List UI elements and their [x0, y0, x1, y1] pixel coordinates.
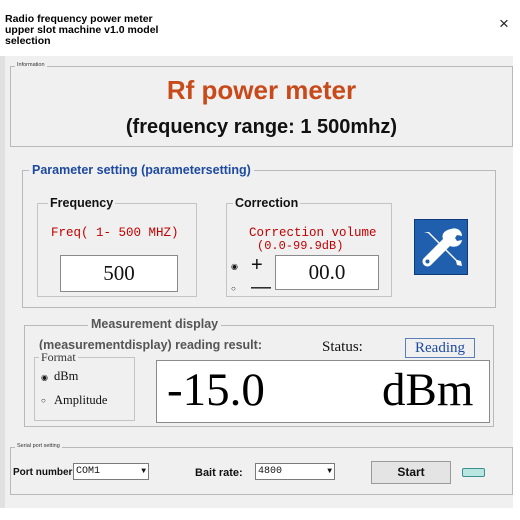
- parameter-setting-legend: Parameter setting (parametersetting): [29, 163, 254, 177]
- format-box: Format ◉ dBm ○ Amplitude: [34, 350, 135, 421]
- wrench-screwdriver-icon: [422, 228, 462, 267]
- close-button[interactable]: ×: [494, 14, 514, 34]
- amplitude-radio[interactable]: ○: [41, 396, 46, 405]
- dbm-radio[interactable]: ◉: [41, 373, 48, 382]
- baud-rate-select[interactable]: 4800 ▼: [255, 463, 335, 480]
- correction-box: Correction Correction volume (0.0-99.9dB…: [226, 196, 392, 298]
- baud-rate-label: Bait rate:: [195, 467, 243, 479]
- minus-radio[interactable]: ○: [231, 284, 236, 293]
- plus-radio[interactable]: ◉: [231, 262, 238, 271]
- chevron-down-icon: ▼: [141, 467, 146, 476]
- start-button[interactable]: Start: [371, 461, 451, 484]
- dbm-option-label[interactable]: dBm: [54, 369, 78, 384]
- information-group: Information Rf power meter (frequency ra…: [10, 62, 513, 147]
- port-number-value: COM1: [76, 466, 101, 477]
- status-value: Reading: [405, 338, 475, 358]
- reading-display: -15.0 dBm: [156, 360, 490, 423]
- parameter-setting-group: Parameter setting (parametersetting) Fre…: [22, 163, 496, 308]
- reading-unit: dBm: [382, 364, 474, 416]
- frequency-input[interactable]: 500: [60, 255, 178, 292]
- serial-port-group: Serial port setting Port number: COM1 ▼ …: [10, 443, 513, 495]
- frequency-range-label: Freq( 1- 500 MHZ): [51, 226, 179, 240]
- connection-indicator: [462, 468, 485, 477]
- port-number-select[interactable]: COM1 ▼: [73, 463, 149, 480]
- frequency-legend: Frequency: [48, 196, 116, 210]
- reading-value: -15.0: [167, 364, 265, 416]
- correction-input[interactable]: 00.0: [275, 255, 379, 290]
- amplitude-option-label[interactable]: Amplitude: [54, 393, 107, 408]
- close-icon: ×: [499, 14, 509, 33]
- serial-port-legend: Serial port setting: [15, 443, 62, 449]
- information-legend: Information: [15, 62, 47, 68]
- correction-legend: Correction: [233, 196, 301, 210]
- correction-volume-label: Correction volume: [249, 226, 377, 240]
- main-title: Rf power meter: [166, 75, 357, 105]
- baud-rate-value: 4800: [258, 466, 283, 477]
- measurement-display-group: Measurement display (measurementdisplay)…: [24, 317, 494, 427]
- settings-tools-button[interactable]: [414, 219, 468, 275]
- correction-range-label: (0.0-99.9dB): [257, 239, 344, 253]
- plus-sign-label: +: [251, 254, 263, 276]
- window-title: Radio frequency power meter upper slot m…: [5, 13, 159, 47]
- frequency-range-caption: (frequency range: 1 500mhz): [125, 116, 398, 138]
- format-legend: Format: [39, 350, 78, 365]
- frequency-box: Frequency Freq( 1- 500 MHZ) 500: [37, 196, 197, 297]
- chevron-down-icon: ▼: [327, 467, 332, 476]
- port-number-label: Port number:: [13, 467, 76, 478]
- measurement-legend: Measurement display: [88, 317, 222, 331]
- minus-sign-label: —: [251, 276, 271, 298]
- status-label: Status:: [322, 339, 363, 355]
